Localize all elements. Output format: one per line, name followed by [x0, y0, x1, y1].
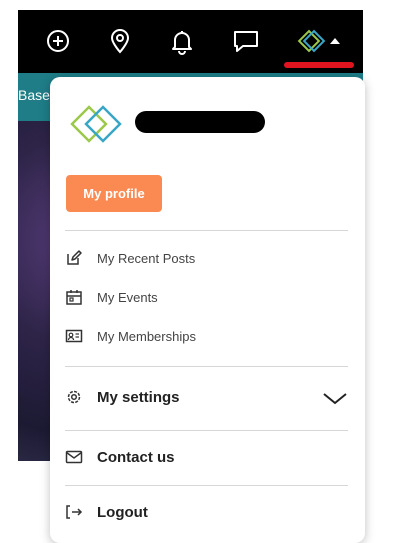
menu-item-label: Contact us [97, 449, 175, 466]
caret-up-icon [330, 38, 340, 44]
menu-item-label: My Memberships [97, 329, 196, 344]
logout-icon [66, 505, 83, 519]
mail-icon [65, 450, 83, 464]
bell-icon[interactable] [166, 25, 198, 57]
background-peek-text: Base [18, 87, 50, 103]
plus-circle-icon[interactable] [42, 25, 74, 57]
location-pin-icon[interactable] [104, 25, 136, 57]
menu-item-label: My settings [97, 389, 180, 406]
my-profile-button[interactable]: My profile [66, 175, 162, 212]
redacted-username [135, 111, 265, 133]
menu-item-recent-posts[interactable]: My Recent Posts [65, 245, 348, 273]
menu-item-memberships[interactable]: My Memberships [65, 323, 348, 351]
divider [65, 430, 348, 431]
edit-icon [67, 250, 82, 265]
organization-logo [70, 105, 122, 143]
gear-icon [67, 390, 81, 404]
menu-item-contact[interactable]: Contact us [65, 444, 348, 472]
brand-logo-icon[interactable] [294, 25, 350, 57]
menu-item-events[interactable]: My Events [65, 284, 348, 312]
divider [65, 366, 348, 367]
calendar-icon [66, 290, 82, 305]
active-tab-indicator [284, 62, 354, 68]
menu-item-label: My Recent Posts [97, 251, 196, 266]
chat-bubble-icon[interactable] [230, 25, 262, 57]
menu-item-label: Logout [97, 504, 148, 521]
chevron-down-icon[interactable] [321, 389, 349, 407]
divider [65, 485, 348, 486]
divider [65, 230, 348, 231]
menu-item-settings[interactable]: My settings [65, 384, 348, 412]
id-card-icon [65, 329, 83, 343]
menu-item-label: My Events [97, 290, 158, 305]
menu-item-logout[interactable]: Logout [65, 499, 348, 527]
user-dropdown-menu: My profile My Recent Posts My Events My … [50, 77, 365, 543]
